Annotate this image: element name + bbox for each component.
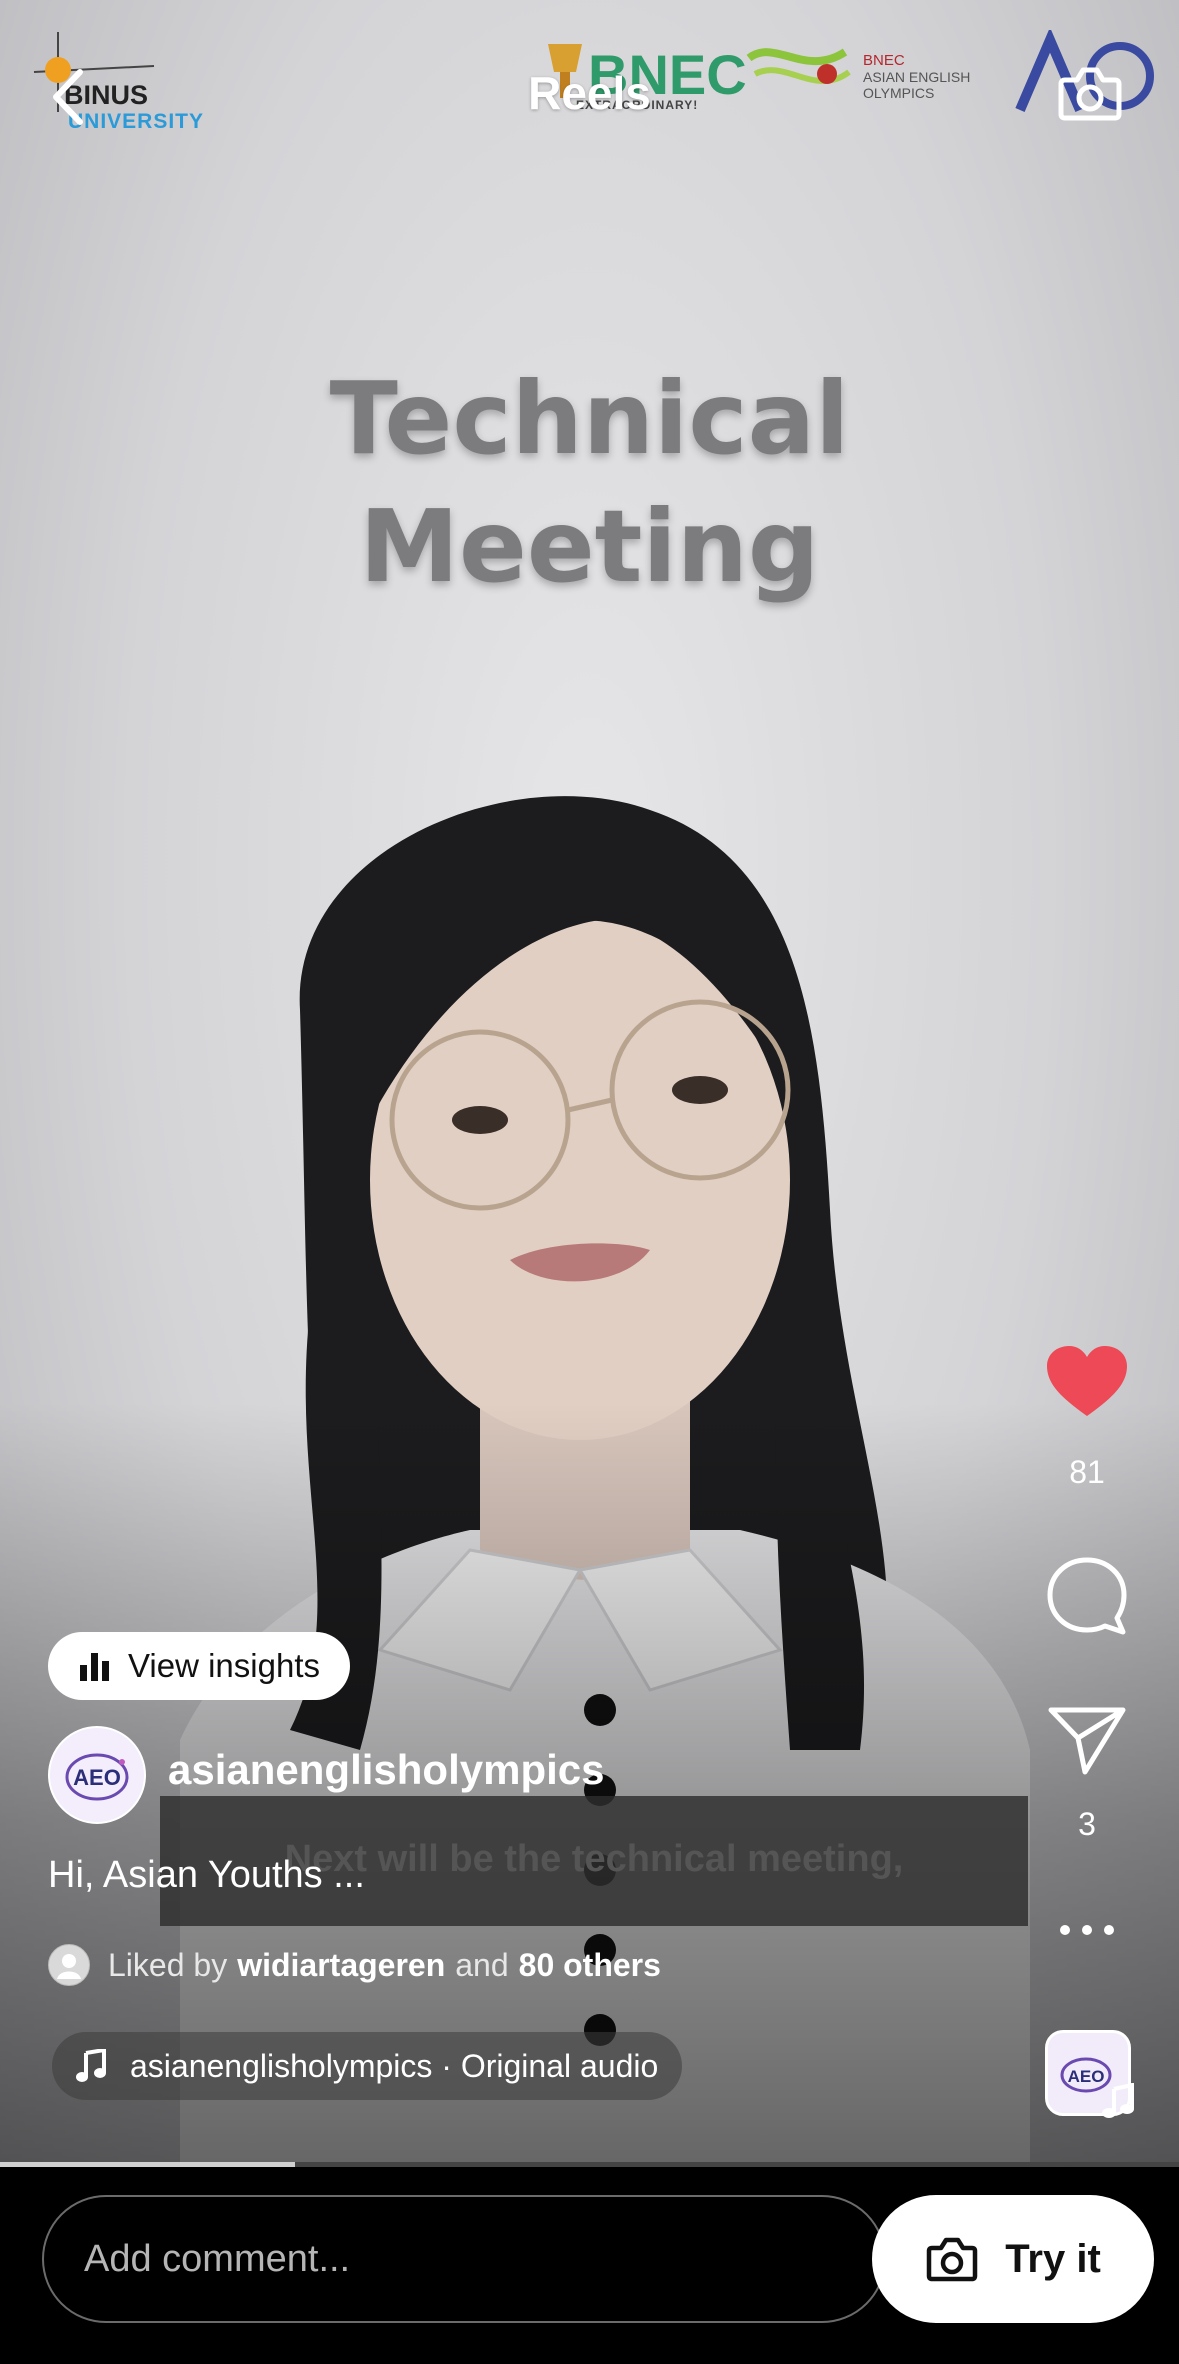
comment-button[interactable] — [1032, 1556, 1142, 1641]
liked-by-summary[interactable]: Liked by widiartageren and 80 others — [48, 1944, 671, 1986]
liked-prefix: Liked by — [108, 1946, 228, 1983]
username[interactable]: asianenglisholympics — [168, 1746, 605, 1794]
like-count: 81 — [1069, 1454, 1105, 1490]
camera-icon — [926, 2237, 978, 2282]
view-insights-label: View insights — [128, 1647, 320, 1684]
post-caption[interactable]: Hi, Asian Youths ... — [48, 1854, 365, 1897]
audio-attribution[interactable]: asianenglisholympics · Original audio — [52, 2032, 683, 2100]
liked-mid: and — [455, 1946, 509, 1983]
share-count: 3 — [1078, 1806, 1096, 1842]
reel-video[interactable]: BINUS UNIVERSITY BNEC EXTRAORDINARY! BNE… — [0, 0, 1179, 2162]
try-it-label: Try it — [1005, 2236, 1101, 2281]
avatar[interactable]: AEO — [48, 1726, 146, 1824]
liked-others[interactable]: 80 others — [519, 1947, 661, 1984]
more-horizontal-icon — [1060, 1925, 1114, 1935]
paper-plane-icon — [1048, 1707, 1126, 1775]
comment-input[interactable] — [42, 2195, 886, 2323]
svg-text:AEO: AEO — [73, 1765, 121, 1790]
view-insights-button[interactable]: View insights — [48, 1632, 350, 1700]
share-button[interactable] — [1032, 1704, 1142, 1783]
music-note-icon — [76, 2049, 106, 2082]
video-headline-line2: Meeting — [359, 488, 820, 605]
heart-icon — [1047, 1346, 1127, 1416]
page-title: Reels — [528, 67, 651, 119]
audio-label: asianenglisholympics · Original audio — [130, 2047, 659, 2084]
try-it-button[interactable]: Try it — [872, 2195, 1154, 2323]
more-options-button[interactable] — [1032, 1920, 1142, 1945]
liked-user[interactable]: widiartageren — [237, 1947, 445, 1984]
video-headline-line1: Technical — [329, 360, 850, 477]
camera-icon — [1058, 67, 1122, 121]
bottom-bar: Try it — [0, 2167, 1179, 2364]
comment-bubble-icon — [1047, 1557, 1127, 1635]
music-note-icon — [1102, 2083, 1134, 2118]
liker-avatar — [48, 1944, 90, 1986]
like-button[interactable] — [1032, 1344, 1142, 1425]
bar-chart-icon — [80, 1653, 109, 1681]
camera-button[interactable] — [1055, 58, 1125, 128]
svg-text:AEO: AEO — [1068, 2067, 1105, 2086]
